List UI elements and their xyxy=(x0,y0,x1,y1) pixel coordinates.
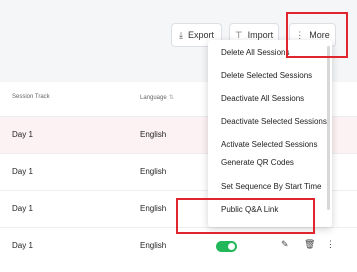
cell-session-track: Day 1 xyxy=(12,204,33,213)
cell-language: English xyxy=(140,130,167,139)
column-header-language[interactable]: Language ⇅ xyxy=(140,94,174,101)
table-row[interactable]: Day 1 English ✎ 🗑 ⋮ xyxy=(0,227,357,264)
download-icon: ⤓ xyxy=(179,29,183,40)
cell-session-track: Day 1 xyxy=(12,130,33,139)
menu-scrollbar[interactable] xyxy=(327,46,330,210)
menu-item-deactivate-selected-sessions[interactable]: Deactivate Selected Sessions xyxy=(221,117,327,126)
sort-icon[interactable]: ⇅ xyxy=(169,95,174,101)
trash-icon[interactable]: 🗑 xyxy=(304,239,315,250)
pencil-icon[interactable]: ✎ xyxy=(281,239,289,250)
column-header-session-track[interactable]: Session Track xyxy=(12,94,50,100)
menu-item-generate-qr-codes[interactable]: Generate QR Codes xyxy=(221,158,294,167)
menu-item-delete-all-sessions[interactable]: Delete All Sessions xyxy=(221,48,289,57)
more-dropdown-menu: Delete All Sessions Delete Selected Sess… xyxy=(208,40,332,227)
menu-item-public-qa-link[interactable]: Public Q&A Link xyxy=(221,205,278,214)
filter-icon: ⊤ xyxy=(234,29,243,40)
import-label: Import xyxy=(247,30,274,40)
cell-language: English xyxy=(140,204,167,213)
cell-session-track: Day 1 xyxy=(12,241,33,250)
toggle-knob xyxy=(228,243,235,250)
menu-item-set-sequence-by-start-time[interactable]: Set Sequence By Start Time xyxy=(221,182,322,191)
column-header-language-label: Language xyxy=(140,95,167,101)
cell-language: English xyxy=(140,241,167,250)
more-label: More xyxy=(309,30,330,40)
cell-language: English xyxy=(140,167,167,176)
vertical-dots-icon: ⋮ xyxy=(295,29,305,40)
export-label: Export xyxy=(187,30,214,40)
vertical-dots-icon[interactable]: ⋮ xyxy=(326,239,335,250)
cell-session-track: Day 1 xyxy=(12,167,33,176)
menu-item-deactivate-all-sessions[interactable]: Deactivate All Sessions xyxy=(221,94,304,103)
menu-item-activate-selected-sessions[interactable]: Activate Selected Sessions xyxy=(221,140,318,149)
active-toggle[interactable] xyxy=(216,241,237,252)
menu-item-delete-selected-sessions[interactable]: Delete Selected Sessions xyxy=(221,71,312,80)
